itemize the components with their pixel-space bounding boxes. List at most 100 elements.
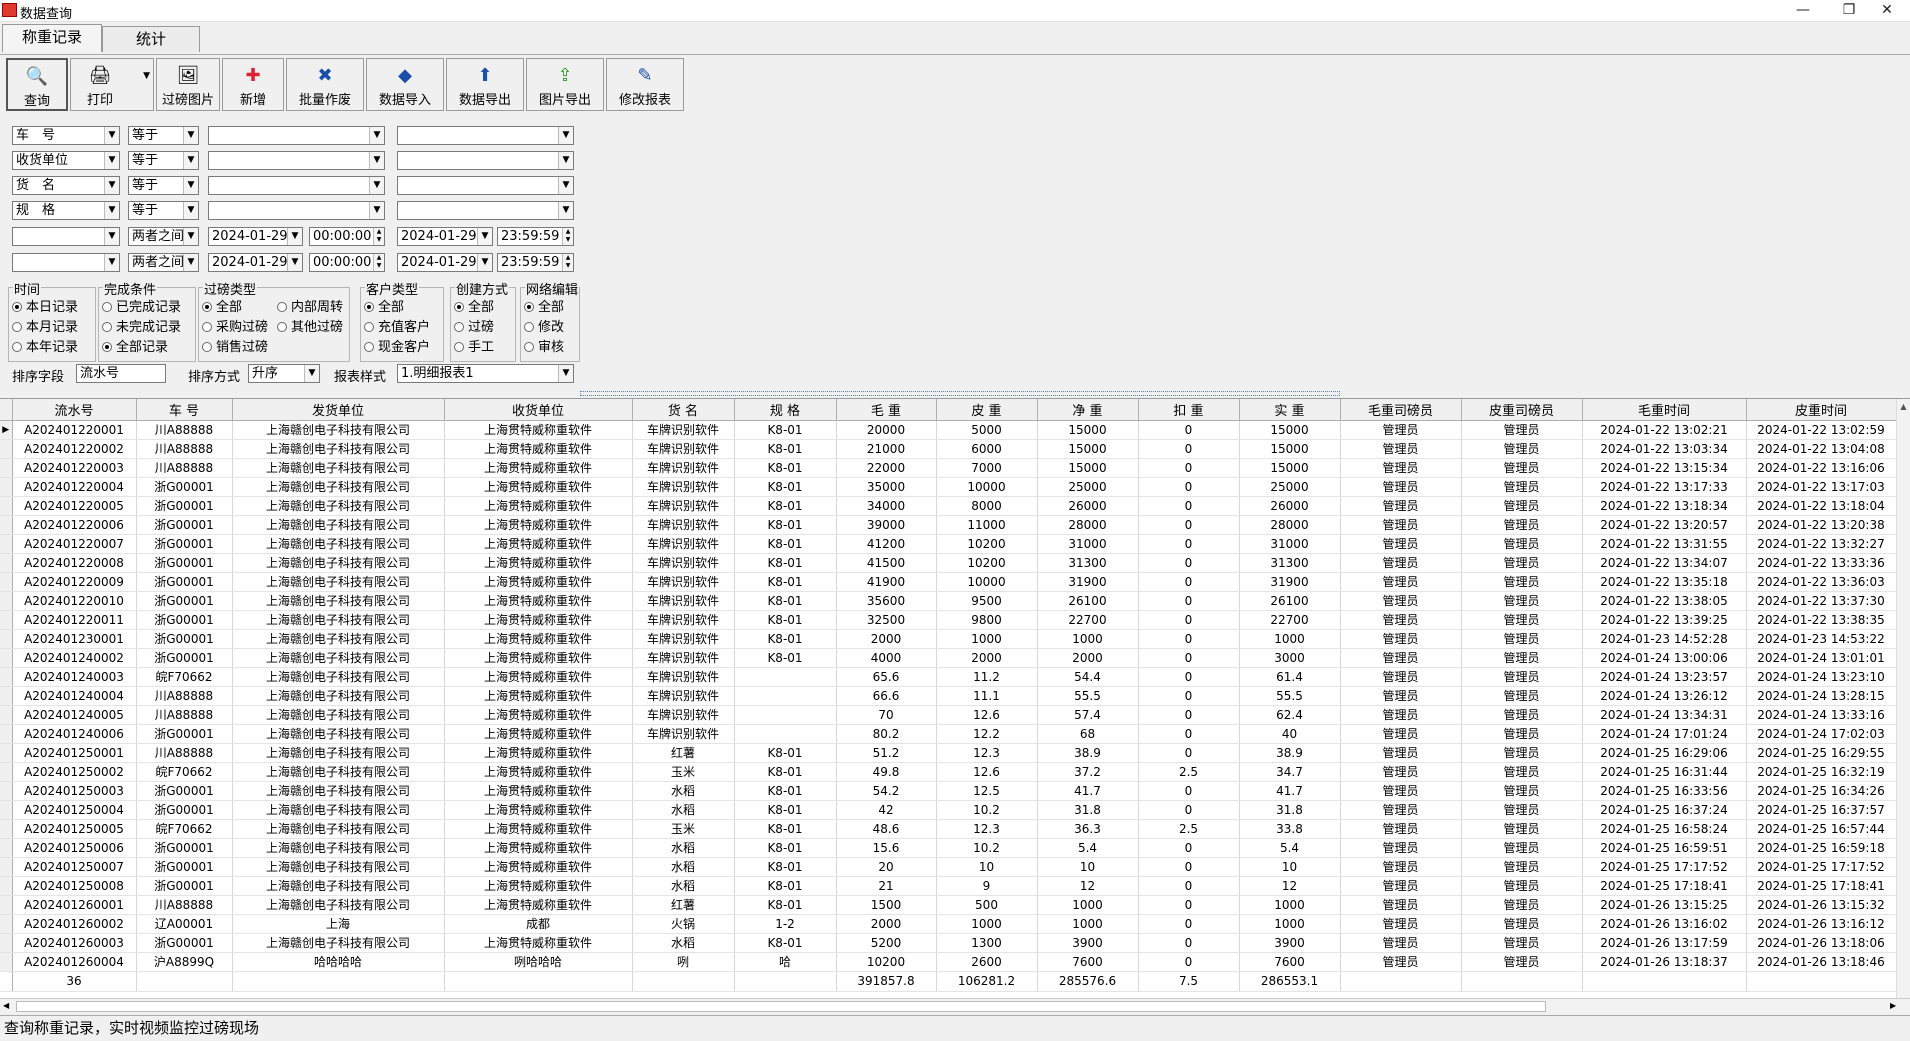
table-cell[interactable]: 1000 xyxy=(936,629,1038,649)
table-cell[interactable]: 1000 xyxy=(1037,629,1139,649)
table-cell[interactable]: 40 xyxy=(1239,724,1341,744)
table-cell[interactable]: 管理员 xyxy=(1340,420,1462,440)
table-row[interactable]: A202401220010 浙G00001 上海赣创电子科技有限公司 上海贯特威称重软… xyxy=(0,591,1897,611)
table-cell[interactable]: 2024-01-25 17:17:52 xyxy=(1746,857,1897,877)
table-cell[interactable]: 41.7 xyxy=(1037,781,1139,801)
table-cell[interactable]: 车牌识别软件 xyxy=(632,458,735,478)
table-cell[interactable]: K8-01 xyxy=(734,781,837,801)
table-cell[interactable]: 管理员 xyxy=(1461,515,1583,535)
table-cell[interactable]: A202401260004 xyxy=(12,952,137,972)
table-row[interactable]: A202401220011 浙G00001 上海赣创电子科技有限公司 上海贯特威称重软… xyxy=(0,610,1897,630)
table-cell[interactable]: 9800 xyxy=(936,610,1038,630)
table-cell[interactable]: 2024-01-24 13:00:06 xyxy=(1582,648,1747,668)
table-cell[interactable]: K8-01 xyxy=(734,933,837,953)
add-button[interactable]: ✚ 新增 xyxy=(222,58,284,111)
table-cell[interactable]: 10000 xyxy=(936,572,1038,592)
radio-modify[interactable]: 修改 xyxy=(524,316,564,335)
table-cell[interactable]: 2024-01-24 13:23:57 xyxy=(1582,667,1747,687)
table-cell[interactable]: 管理员 xyxy=(1461,439,1583,459)
row-indicator[interactable] xyxy=(0,629,13,649)
table-cell[interactable]: 2600 xyxy=(936,952,1038,972)
table-cell[interactable]: 26000 xyxy=(1239,496,1341,516)
table-cell[interactable]: 上海贯特威称重软件 xyxy=(444,477,633,497)
table-cell[interactable]: 管理员 xyxy=(1461,952,1583,972)
table-cell[interactable]: 2024-01-24 13:26:12 xyxy=(1582,686,1747,706)
date-field-select[interactable]: ▼ xyxy=(12,227,120,246)
table-cell[interactable]: 火锅 xyxy=(632,914,735,934)
table-cell[interactable]: 管理员 xyxy=(1340,895,1462,915)
table-cell[interactable] xyxy=(734,724,837,744)
table-cell[interactable]: 上海赣创电子科技有限公司 xyxy=(232,477,445,497)
table-cell[interactable]: 1000 xyxy=(936,914,1038,934)
table-cell[interactable]: 0 xyxy=(1138,591,1240,611)
table-cell[interactable]: 55.5 xyxy=(1239,686,1341,706)
table-cell[interactable]: 34000 xyxy=(836,496,937,516)
table-cell[interactable]: 2024-01-22 13:02:21 xyxy=(1582,420,1747,440)
table-cell[interactable]: 15000 xyxy=(1239,420,1341,440)
filter-value2-select[interactable]: ▼ xyxy=(397,126,574,145)
filter-value1-select[interactable]: ▼ xyxy=(208,176,385,195)
table-cell[interactable]: 2024-01-25 16:59:51 xyxy=(1582,838,1747,858)
table-cell[interactable]: 2024-01-22 13:17:03 xyxy=(1746,477,1897,497)
table-cell[interactable]: 48.6 xyxy=(836,819,937,839)
table-cell[interactable]: 70 xyxy=(836,705,937,725)
table-cell[interactable]: 2024-01-24 13:34:31 xyxy=(1582,705,1747,725)
column-header[interactable]: 车 号 xyxy=(136,399,233,421)
table-cell[interactable]: 1000 xyxy=(1037,895,1139,915)
table-cell[interactable]: 浙G00001 xyxy=(136,838,233,858)
table-cell[interactable]: 12.3 xyxy=(936,819,1038,839)
table-cell[interactable]: 浙G00001 xyxy=(136,496,233,516)
table-cell[interactable]: 管理员 xyxy=(1340,496,1462,516)
column-header[interactable]: 扣 重 xyxy=(1138,399,1240,421)
table-cell[interactable]: A202401250002 xyxy=(12,762,137,782)
table-cell[interactable]: 2000 xyxy=(1037,648,1139,668)
table-cell[interactable]: 32500 xyxy=(836,610,937,630)
table-cell[interactable]: K8-01 xyxy=(734,591,837,611)
table-cell[interactable]: 41.7 xyxy=(1239,781,1341,801)
table-cell[interactable]: 28000 xyxy=(1037,515,1139,535)
table-cell[interactable]: 0 xyxy=(1138,477,1240,497)
row-indicator[interactable] xyxy=(0,667,13,687)
table-cell[interactable]: 12.5 xyxy=(936,781,1038,801)
table-cell[interactable]: 2024-01-22 13:36:03 xyxy=(1746,572,1897,592)
table-cell[interactable]: 管理员 xyxy=(1461,553,1583,573)
table-cell[interactable]: 15.6 xyxy=(836,838,937,858)
table-cell[interactable]: 1000 xyxy=(1239,914,1341,934)
table-cell[interactable]: 车牌识别软件 xyxy=(632,724,735,744)
table-cell[interactable]: 管理员 xyxy=(1340,515,1462,535)
table-cell[interactable]: 浙G00001 xyxy=(136,534,233,554)
row-indicator[interactable] xyxy=(0,553,13,573)
table-cell[interactable]: 0 xyxy=(1138,458,1240,478)
table-cell[interactable]: 55.5 xyxy=(1037,686,1139,706)
table-cell[interactable]: 54.4 xyxy=(1037,667,1139,687)
table-cell[interactable]: 车牌识别软件 xyxy=(632,572,735,592)
column-header[interactable]: 收货单位 xyxy=(444,399,633,421)
table-cell[interactable]: 4000 xyxy=(836,648,937,668)
table-cell[interactable]: 上海贯特威称重软件 xyxy=(444,553,633,573)
table-cell[interactable]: 车牌识别软件 xyxy=(632,686,735,706)
table-cell[interactable]: 车牌识别软件 xyxy=(632,705,735,725)
date-to-picker[interactable]: 2024-01-29 ▼ xyxy=(397,227,493,246)
table-cell[interactable]: K8-01 xyxy=(734,610,837,630)
table-cell[interactable]: 管理员 xyxy=(1461,819,1583,839)
table-cell[interactable]: K8-01 xyxy=(734,572,837,592)
table-cell[interactable]: 2024-01-24 13:28:15 xyxy=(1746,686,1897,706)
row-indicator[interactable] xyxy=(0,458,13,478)
table-cell[interactable]: 川A88888 xyxy=(136,895,233,915)
table-cell[interactable]: 管理员 xyxy=(1461,895,1583,915)
table-cell[interactable]: 管理员 xyxy=(1461,762,1583,782)
table-cell[interactable]: 管理员 xyxy=(1461,572,1583,592)
column-header[interactable]: 皮重司磅员 xyxy=(1461,399,1583,421)
column-header[interactable]: 皮 重 xyxy=(936,399,1038,421)
table-cell[interactable]: 管理员 xyxy=(1340,857,1462,877)
radio-completed[interactable]: 已完成记录 xyxy=(102,296,181,315)
scroll-up-icon[interactable]: ▲ xyxy=(1897,399,1910,415)
table-cell[interactable]: 42 xyxy=(836,800,937,820)
table-cell[interactable]: 管理员 xyxy=(1340,781,1462,801)
table-cell[interactable]: 31300 xyxy=(1037,553,1139,573)
table-cell[interactable]: 22700 xyxy=(1239,610,1341,630)
table-row[interactable]: A202401250006 浙G00001 上海赣创电子科技有限公司 上海贯特威称重软… xyxy=(0,838,1897,858)
table-cell[interactable]: K8-01 xyxy=(734,876,837,896)
table-cell[interactable]: 上海赣创电子科技有限公司 xyxy=(232,553,445,573)
table-cell[interactable]: 41200 xyxy=(836,534,937,554)
